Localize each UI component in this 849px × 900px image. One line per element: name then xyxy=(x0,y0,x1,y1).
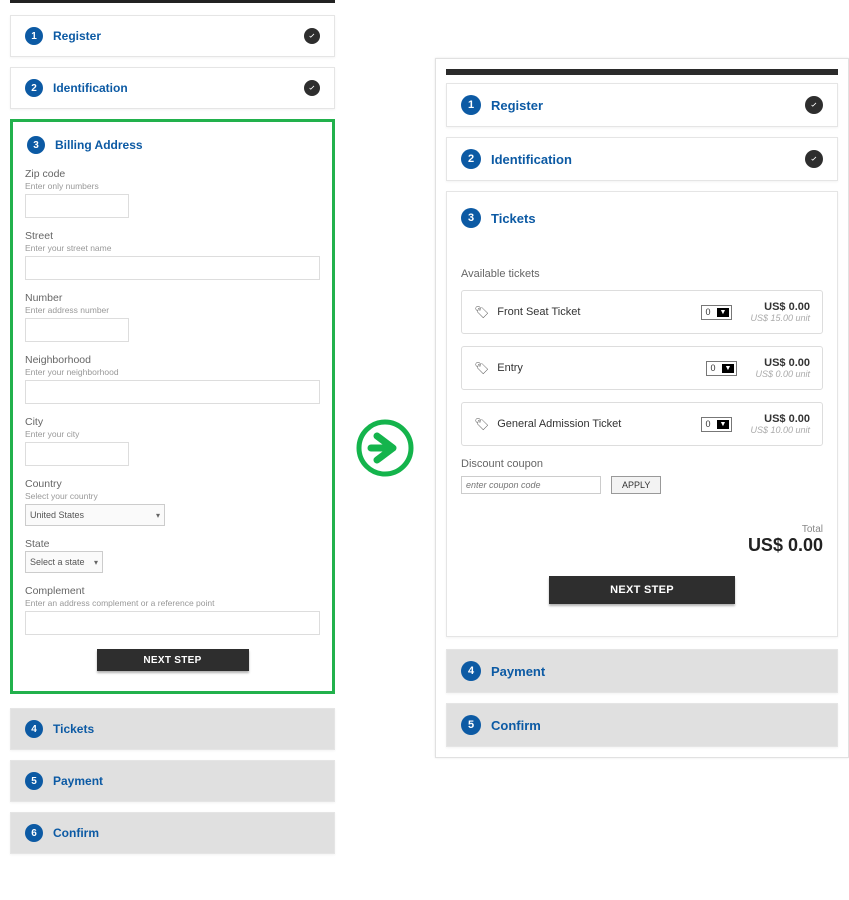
ticket-unit-price: US$ 15.00 unit xyxy=(750,313,810,323)
street-label: Street xyxy=(25,230,320,242)
step-payment-r[interactable]: 4 Payment xyxy=(446,649,838,693)
available-tickets-label: Available tickets xyxy=(461,268,823,280)
step-number-4-r: 4 xyxy=(461,661,481,681)
left-top-bar xyxy=(10,0,335,3)
step-title-identification: Identification xyxy=(53,81,128,95)
street-input[interactable] xyxy=(25,256,320,280)
ticket-price: US$ 0.00 xyxy=(755,357,810,369)
state-select[interactable]: Select a state ▾ xyxy=(25,551,103,573)
step-title-payment-r: Payment xyxy=(491,664,545,679)
step-register[interactable]: 1 Register xyxy=(10,15,335,57)
complement-input[interactable] xyxy=(25,611,320,635)
step-number-2: 2 xyxy=(25,79,43,97)
step-title-register-r: Register xyxy=(491,98,543,113)
number-label: Number xyxy=(25,292,320,304)
country-label: Country xyxy=(25,478,320,490)
step-billing-address: 3 Billing Address Zip code Enter only nu… xyxy=(10,119,335,694)
city-label: City xyxy=(25,416,320,428)
arrow-right-icon xyxy=(355,418,415,478)
chevron-down-icon: ▼ xyxy=(717,308,730,317)
chevron-down-icon: ▾ xyxy=(156,511,160,520)
step-title-identification-r: Identification xyxy=(491,152,572,167)
chevron-down-icon: ▼ xyxy=(717,420,730,429)
next-step-button-r[interactable]: NEXT STEP xyxy=(549,576,735,604)
total-value: US$ 0.00 xyxy=(461,535,823,556)
step-title-confirm: Confirm xyxy=(53,826,99,840)
country-value: United States xyxy=(30,510,84,520)
step-title-confirm-r: Confirm xyxy=(491,718,541,733)
step-number-3-r: 3 xyxy=(461,208,481,228)
neighborhood-hint: Enter your neighborhood xyxy=(25,367,320,377)
neighborhood-label: Neighborhood xyxy=(25,354,320,366)
step-number-1: 1 xyxy=(25,27,43,45)
step-number-3: 3 xyxy=(27,136,45,154)
ticket-unit-price: US$ 10.00 unit xyxy=(750,425,810,435)
quantity-select[interactable]: 0 ▼ xyxy=(701,305,733,320)
step-title-tickets-r: Tickets xyxy=(491,211,536,226)
apply-button[interactable]: APPLY xyxy=(611,476,661,494)
quantity-select[interactable]: 0 ▼ xyxy=(701,417,733,432)
step-title-register: Register xyxy=(53,29,101,43)
step-title-tickets: Tickets xyxy=(53,722,94,736)
zip-hint: Enter only numbers xyxy=(25,181,320,191)
step-title-payment: Payment xyxy=(53,774,103,788)
ticket-row: 🏷 General Admission Ticket 0 ▼ US$ 0.00 … xyxy=(461,402,823,446)
state-value: Select a state xyxy=(30,557,85,567)
city-input[interactable] xyxy=(25,442,129,466)
ticket-price: US$ 0.00 xyxy=(750,413,810,425)
tag-icon: 🏷 xyxy=(474,305,489,319)
step-number-5: 5 xyxy=(25,772,43,790)
total-label: Total xyxy=(461,524,823,535)
step-title-billing-address: Billing Address xyxy=(55,138,143,152)
quantity-select[interactable]: 0 ▼ xyxy=(706,361,738,376)
next-step-button[interactable]: NEXT STEP xyxy=(97,649,249,671)
ticket-row: 🏷 Entry 0 ▼ US$ 0.00 US$ 0.00 unit xyxy=(461,346,823,390)
chevron-down-icon: ▼ xyxy=(722,364,735,373)
step-identification-r[interactable]: 2 Identification xyxy=(446,137,838,181)
tag-icon: 🏷 xyxy=(474,417,489,431)
state-label: State xyxy=(25,538,320,550)
chevron-down-icon: ▾ xyxy=(94,558,98,567)
step-confirm[interactable]: 6 Confirm xyxy=(10,812,335,854)
complement-hint: Enter an address complement or a referen… xyxy=(25,598,320,608)
step-number-4: 4 xyxy=(25,720,43,738)
step-tickets-body: 3 Tickets Available tickets 🏷 Front Seat… xyxy=(446,191,838,637)
ticket-price: US$ 0.00 xyxy=(750,301,810,313)
step-number-1-r: 1 xyxy=(461,95,481,115)
ticket-name: General Admission Ticket xyxy=(497,418,621,430)
coupon-input[interactable] xyxy=(461,476,601,494)
ticket-name: Entry xyxy=(497,362,523,374)
step-identification[interactable]: 2 Identification xyxy=(10,67,335,109)
zip-label: Zip code xyxy=(25,168,320,180)
quantity-value: 0 xyxy=(706,307,711,317)
zip-input[interactable] xyxy=(25,194,129,218)
country-select[interactable]: United States ▾ xyxy=(25,504,165,526)
coupon-label: Discount coupon xyxy=(461,458,823,470)
street-hint: Enter your street name xyxy=(25,243,320,253)
step-number-2-r: 2 xyxy=(461,149,481,169)
step-register-r[interactable]: 1 Register xyxy=(446,83,838,127)
step-payment[interactable]: 5 Payment xyxy=(10,760,335,802)
number-input[interactable] xyxy=(25,318,129,342)
checkmark-icon xyxy=(304,80,320,96)
country-hint: Select your country xyxy=(25,491,320,501)
neighborhood-input[interactable] xyxy=(25,380,320,404)
quantity-value: 0 xyxy=(711,363,716,373)
ticket-name: Front Seat Ticket xyxy=(497,306,580,318)
number-hint: Enter address number xyxy=(25,305,320,315)
city-hint: Enter your city xyxy=(25,429,320,439)
checkmark-icon xyxy=(805,150,823,168)
checkmark-icon xyxy=(304,28,320,44)
quantity-value: 0 xyxy=(706,419,711,429)
checkmark-icon xyxy=(805,96,823,114)
step-number-6: 6 xyxy=(25,824,43,842)
tag-icon: 🏷 xyxy=(474,361,489,375)
step-tickets[interactable]: 4 Tickets xyxy=(10,708,335,750)
ticket-row: 🏷 Front Seat Ticket 0 ▼ US$ 0.00 US$ 15.… xyxy=(461,290,823,334)
ticket-unit-price: US$ 0.00 unit xyxy=(755,369,810,379)
step-confirm-r[interactable]: 5 Confirm xyxy=(446,703,838,747)
step-number-5-r: 5 xyxy=(461,715,481,735)
complement-label: Complement xyxy=(25,585,320,597)
